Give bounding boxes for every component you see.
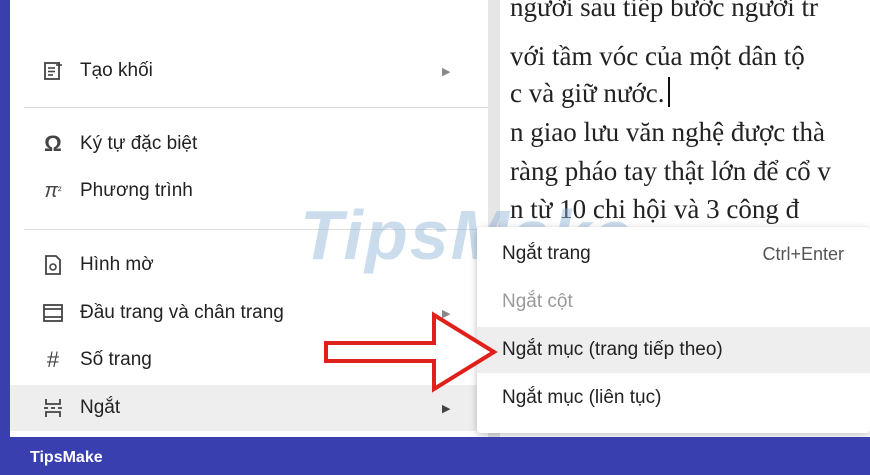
building-blocks-icon [40,58,66,84]
menu-item-label: Ký tự đặc biệt [80,133,198,154]
submenu-item-page-break[interactable]: Ngắt trang Ctrl+Enter [477,231,870,277]
screenshot-frame: Tạo khối ▶ Ω Ký tự đặc biệt π² Phương tr… [10,0,870,437]
doc-line: ràng pháo tay thật lớn để cổ v [510,156,831,186]
submenu-item-label: Ngắt mục (trang tiếp theo) [502,339,723,360]
doc-line-with-caret: c và giữ nước. [510,77,670,109]
break-icon [40,395,66,421]
text-caret [667,77,670,107]
menu-divider [24,107,488,108]
submenu-item-section-break-next-page[interactable]: Ngắt mục (trang tiếp theo) [477,327,870,373]
doc-line: người sau tiếp bước người tr [510,0,818,22]
hash-icon: # [46,347,60,372]
menu-item-label: Số trang [80,349,152,370]
menu-item-label: Tạo khối [80,60,153,81]
pi-squared-icon: π² [44,179,62,202]
omega-icon: Ω [44,131,62,156]
doc-line: với tầm vóc của một dân tộ [510,41,805,71]
watermark-icon [40,252,66,278]
submenu-item-section-break-continuous[interactable]: Ngắt mục (liên tục) [477,375,870,421]
menu-item-building-blocks[interactable]: Tạo khối ▶ [10,48,488,94]
menu-item-label: Hình mờ [80,254,154,275]
menu-item-label: Ngắt [80,397,121,418]
footer-bar: TipsMake [0,437,870,475]
submenu-item-label: Ngắt mục (liên tục) [502,387,662,408]
submenu-item-label: Ngắt cột [502,291,573,312]
header-footer-icon [40,300,66,326]
menu-item-special-characters[interactable]: Ω Ký tự đặc biệt [10,121,488,167]
menu-item-label: Phương trình [80,180,193,201]
doc-line-text: c và giữ nước. [510,78,665,108]
submenu-item-label: Ngắt trang [502,243,591,264]
footer-brand: TipsMake [30,449,103,466]
red-arrow-annotation [324,311,498,393]
break-submenu: Ngắt trang Ctrl+Enter Ngắt cột Ngắt mục … [477,227,870,433]
doc-line: n giao lưu văn nghệ được thà [510,117,825,147]
submenu-arrow-icon: ▶ [442,65,451,78]
shortcut-label: Ctrl+Enter [762,243,844,264]
menu-item-label: Đầu trang và chân trang [80,302,284,323]
submenu-item-column-break[interactable]: Ngắt cột [477,279,870,325]
